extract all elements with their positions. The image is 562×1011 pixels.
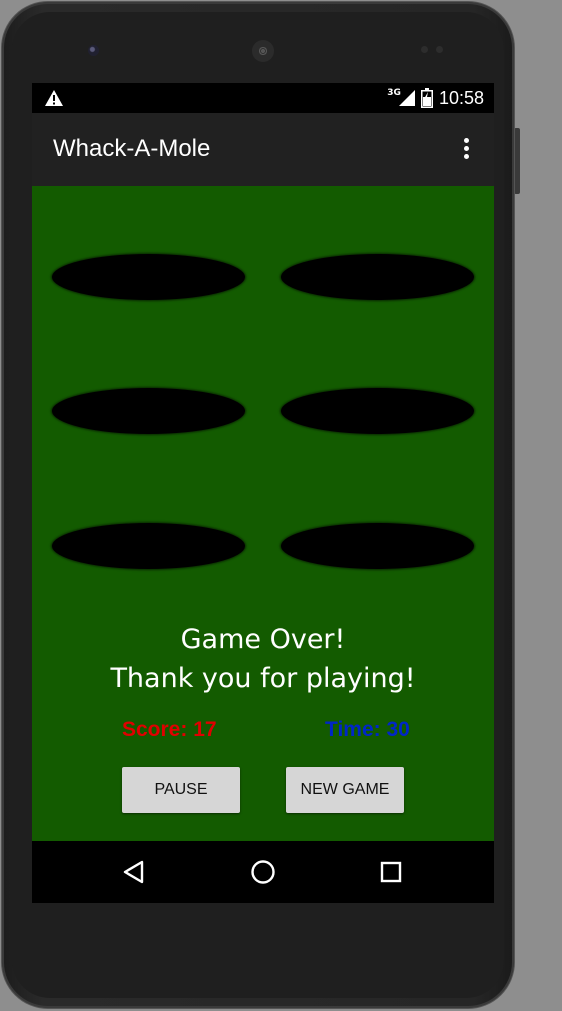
score-label: Score: 17 [122, 718, 217, 741]
mole-hole-4[interactable] [281, 388, 474, 434]
navigation-bar [32, 841, 494, 903]
back-icon[interactable] [119, 857, 149, 887]
mole-hole-6[interactable] [281, 523, 474, 569]
pause-button[interactable]: PAUSE [122, 767, 240, 813]
game-board: Game Over! Thank you for playing! Score:… [32, 186, 494, 841]
power-button[interactable] [514, 128, 520, 194]
device-screen: 3G 10:58 Whack-A-Mole Game Over! Thank y… [32, 83, 494, 903]
network-type: 3G [387, 88, 401, 98]
home-icon[interactable] [248, 857, 278, 887]
app-bar: Whack-A-Mole [32, 113, 494, 186]
thank-you-message: Thank you for playing! [110, 663, 416, 694]
mole-hole-3[interactable] [52, 388, 245, 434]
front-camera [88, 45, 99, 56]
mole-hole-2[interactable] [281, 254, 474, 300]
overflow-menu-icon[interactable] [456, 138, 476, 162]
earpiece-speaker [252, 40, 274, 62]
signal-icon [398, 90, 415, 106]
status-icons: 3G 10:58 [387, 87, 484, 109]
time-label: Time: 30 [325, 718, 410, 741]
mole-hole-1[interactable] [52, 254, 245, 300]
proximity-sensor [421, 46, 428, 53]
new-game-button[interactable]: NEW GAME [286, 767, 404, 813]
status-bar: 3G 10:58 [32, 83, 494, 113]
warning-icon [45, 90, 63, 106]
mole-hole-5[interactable] [52, 523, 245, 569]
emulator-stage: 3G 10:58 Whack-A-Mole Game Over! Thank y… [0, 0, 562, 1011]
game-over-message: Game Over! [180, 624, 346, 655]
clock: 10:58 [438, 87, 484, 108]
battery-icon [420, 88, 433, 108]
recents-icon[interactable] [376, 857, 406, 887]
light-sensor [436, 46, 443, 53]
app-title: Whack-A-Mole [53, 135, 211, 162]
